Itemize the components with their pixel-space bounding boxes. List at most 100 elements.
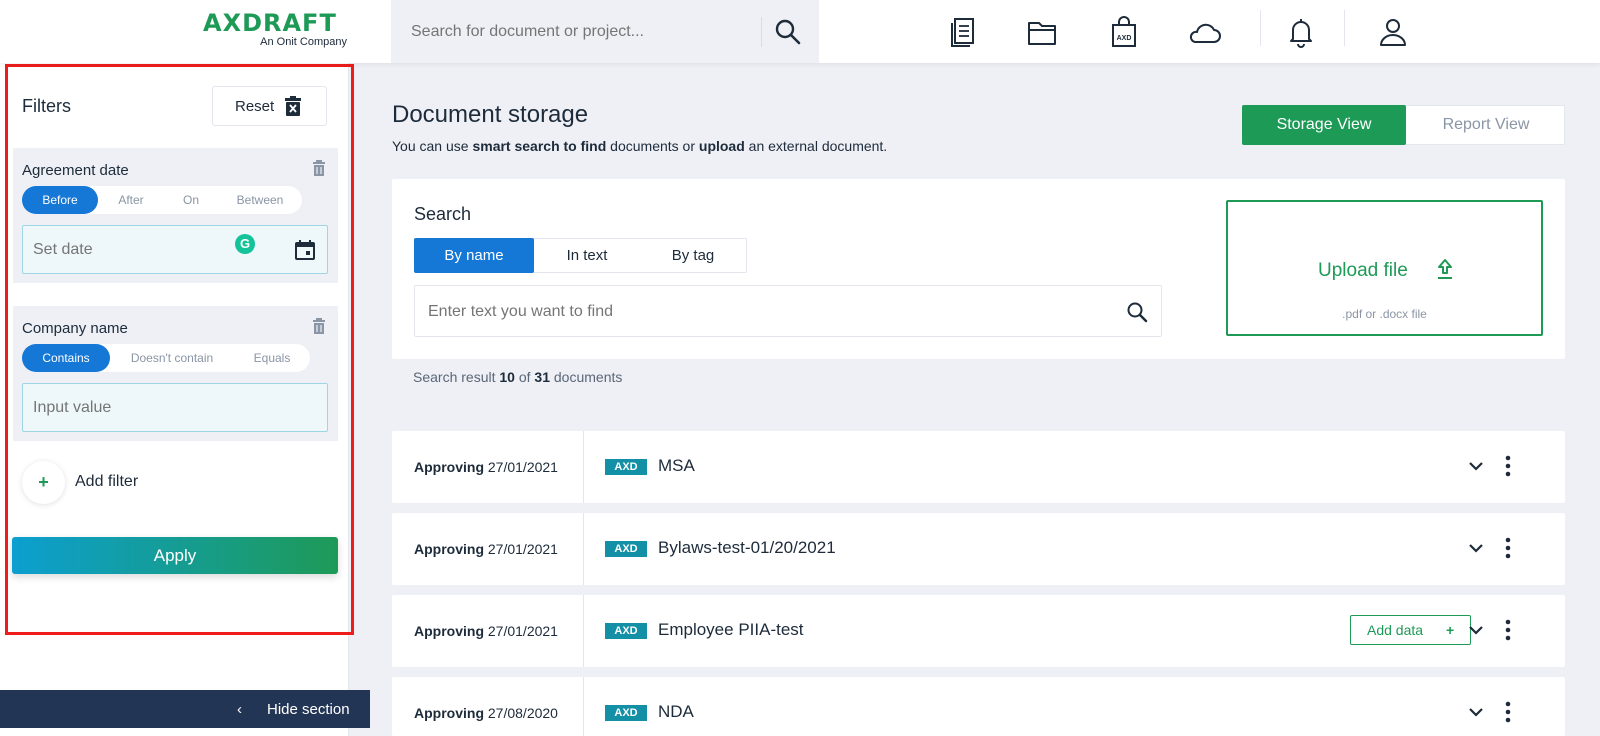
- header-divider: [1344, 10, 1345, 46]
- option-contains[interactable]: Contains: [22, 344, 110, 372]
- more-options-icon[interactable]: [1504, 619, 1512, 641]
- bell-icon[interactable]: [1283, 14, 1319, 50]
- option-after[interactable]: After: [98, 186, 164, 214]
- row-divider: [583, 431, 584, 503]
- chevron-left-icon: ‹: [237, 701, 242, 718]
- chevron-down-icon[interactable]: [1468, 458, 1484, 474]
- axd-badge: AXD: [605, 623, 647, 639]
- document-name[interactable]: Bylaws-test-01/20/2021: [658, 538, 836, 558]
- company-input[interactable]: [33, 396, 253, 420]
- add-data-button[interactable]: Add data +: [1350, 615, 1471, 645]
- grammarly-icon[interactable]: G: [235, 234, 255, 254]
- document-row[interactable]: Approving 27/08/2020 AXD NDA: [392, 677, 1565, 736]
- trash-icon[interactable]: [312, 318, 326, 334]
- more-options-icon[interactable]: [1504, 455, 1512, 477]
- storage-view-button[interactable]: Storage View: [1242, 105, 1406, 145]
- more-options-icon[interactable]: [1504, 537, 1512, 559]
- document-name[interactable]: NDA: [658, 702, 694, 722]
- filter-company-name: Company name Contains Doesn't contain Eq…: [13, 306, 338, 441]
- doc-status: Approving 27/01/2021: [414, 459, 558, 475]
- result-shown: 10: [499, 369, 515, 385]
- report-view-button[interactable]: Report View: [1406, 105, 1566, 145]
- doc-status: Approving 27/01/2021: [414, 623, 558, 639]
- top-header: AXDRAFT An Onit Company AXD: [0, 0, 1600, 63]
- apply-button[interactable]: Apply: [12, 537, 338, 574]
- result-text: Search result: [413, 369, 500, 385]
- plus-icon: +: [1446, 622, 1455, 638]
- result-text: of: [514, 369, 535, 385]
- filter-agreement-date: Agreement date Before After On Between G: [13, 148, 338, 283]
- doc-status: Approving 27/01/2021: [414, 541, 558, 557]
- hide-section-label: Hide section: [267, 701, 350, 718]
- option-doesnt-contain[interactable]: Doesn't contain: [110, 344, 234, 372]
- page-scrollbar[interactable]: [1588, 63, 1600, 736]
- upload-label: Upload file: [1318, 260, 1408, 281]
- filter-title: Agreement date: [22, 162, 129, 179]
- chevron-down-icon[interactable]: [1468, 622, 1484, 638]
- status-label: Approving: [414, 705, 484, 721]
- reset-label: Reset: [235, 98, 275, 115]
- add-filter-label: Add filter: [75, 473, 139, 490]
- search-icon[interactable]: [1126, 301, 1148, 323]
- document-name[interactable]: MSA: [658, 456, 695, 476]
- svg-text:AXD: AXD: [1117, 35, 1132, 42]
- date-mode-selector: Before After On Between: [22, 186, 302, 214]
- search-card: Search By name In text By tag Upload fil…: [392, 179, 1565, 359]
- match-mode-selector: Contains Doesn't contain Equals: [22, 344, 310, 372]
- date-input[interactable]: [33, 238, 253, 262]
- tab-by-tag[interactable]: By tag: [640, 238, 746, 273]
- search-divider: [761, 17, 762, 47]
- option-equals[interactable]: Equals: [234, 344, 310, 372]
- logo-subtitle: An Onit Company: [260, 36, 347, 48]
- hide-section-button[interactable]: ‹ Hide section: [0, 690, 370, 728]
- header-divider: [1260, 10, 1261, 46]
- document-name[interactable]: Employee PIIA-test: [658, 620, 804, 640]
- search-icon[interactable]: [773, 17, 803, 47]
- subtitle-text: documents or: [606, 138, 699, 154]
- document-search-field: [414, 285, 1162, 337]
- option-on[interactable]: On: [164, 186, 218, 214]
- page-title: Document storage: [392, 101, 589, 128]
- status-date: 27/01/2021: [487, 459, 558, 475]
- chevron-down-icon[interactable]: [1468, 540, 1484, 556]
- row-divider: [583, 677, 584, 736]
- result-total: 31: [534, 369, 550, 385]
- cloud-icon[interactable]: [1186, 14, 1222, 50]
- view-toggle: Storage View Report View: [1242, 105, 1565, 145]
- filter-title: Company name: [22, 320, 128, 337]
- document-row[interactable]: Approving 27/01/2021 AXD MSA: [392, 431, 1565, 503]
- reset-button[interactable]: Reset: [212, 86, 327, 126]
- add-data-label: Add data: [1367, 622, 1424, 638]
- tab-by-name[interactable]: By name: [414, 238, 534, 273]
- axd-badge: AXD: [605, 459, 647, 475]
- tab-in-text[interactable]: In text: [534, 238, 640, 273]
- subtitle-text: an external document.: [744, 138, 888, 154]
- subtitle-emphasis: smart search to find: [472, 138, 607, 154]
- option-between[interactable]: Between: [218, 186, 302, 214]
- document-row[interactable]: Approving 27/01/2021 AXD Bylaws-test-01/…: [392, 513, 1565, 585]
- doc-status: Approving 27/08/2020: [414, 705, 558, 721]
- result-text: documents: [550, 369, 623, 385]
- option-before[interactable]: Before: [22, 186, 98, 214]
- document-search-input[interactable]: [428, 300, 1078, 324]
- folder-icon[interactable]: [1025, 14, 1061, 50]
- user-icon[interactable]: [1375, 14, 1411, 50]
- axd-bag-icon[interactable]: AXD: [1106, 14, 1142, 50]
- search-mode-tabs: By name In text By tag: [414, 238, 747, 273]
- axd-badge: AXD: [605, 705, 647, 721]
- trash-icon[interactable]: [312, 160, 326, 176]
- calendar-icon[interactable]: [295, 240, 315, 260]
- document-row[interactable]: Approving 27/01/2021 AXD Employee PIIA-t…: [392, 595, 1565, 667]
- search-result-count: Search result 10 of 31 documents: [413, 369, 622, 385]
- documents-icon[interactable]: [945, 14, 981, 50]
- upload-icon: [1438, 259, 1452, 279]
- upload-file-dropzone[interactable]: Upload file .pdf or .docx file: [1226, 200, 1543, 336]
- plus-icon: +: [22, 461, 65, 504]
- more-options-icon[interactable]: [1504, 701, 1512, 723]
- date-field: G: [22, 225, 328, 274]
- chevron-down-icon[interactable]: [1468, 704, 1484, 720]
- axd-badge: AXD: [605, 541, 647, 557]
- logo[interactable]: AXDRAFT An Onit Company: [203, 10, 353, 48]
- status-date: 27/01/2021: [487, 541, 558, 557]
- global-search-input[interactable]: [411, 19, 741, 45]
